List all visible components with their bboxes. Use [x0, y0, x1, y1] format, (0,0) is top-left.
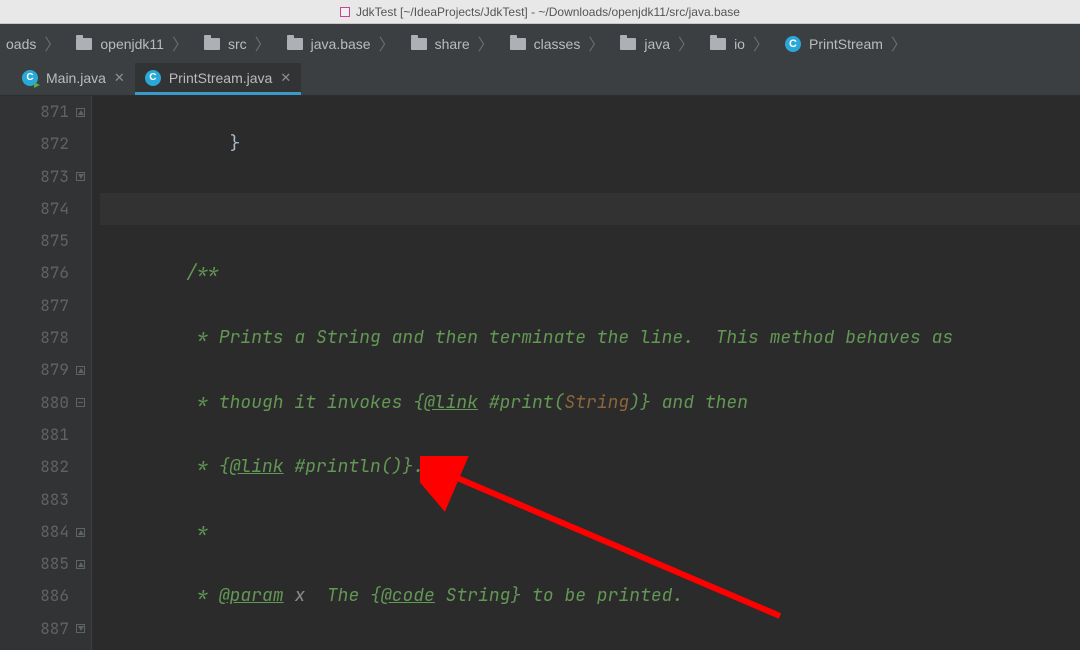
crumb-java-base[interactable]: java.base 〉	[281, 24, 405, 64]
code-line: * {@link #println()}.	[100, 451, 1080, 483]
fold-marker[interactable]	[71, 613, 89, 645]
fold-marker[interactable]	[71, 548, 89, 580]
crumb-classes[interactable]: classes 〉	[504, 24, 615, 64]
crumb-share[interactable]: share 〉	[405, 24, 504, 64]
fold-gutter	[71, 96, 89, 645]
code-line: }	[100, 132, 240, 155]
crumb-label: java	[644, 36, 670, 52]
code-editor[interactable]: 8718728738748758768778788798808818828838…	[0, 96, 1080, 650]
fold-marker[interactable]	[71, 161, 89, 193]
folder-icon	[411, 38, 427, 50]
crumb-label: oads	[6, 36, 36, 52]
folder-icon	[204, 38, 220, 50]
folder-icon	[76, 38, 92, 50]
close-icon[interactable]: ✕	[114, 70, 125, 86]
chevron-right-icon: 〉	[678, 31, 694, 55]
tab-printstream-java[interactable]: C PrintStream.java ✕	[135, 63, 301, 95]
crumb-oads[interactable]: oads 〉	[0, 24, 70, 64]
line-gutter[interactable]: 8718728738748758768778788798808818828838…	[0, 96, 92, 650]
fold-marker[interactable]	[71, 387, 89, 419]
folder-icon	[620, 38, 636, 50]
code-line	[100, 193, 1080, 225]
tab-label: PrintStream.java	[169, 70, 272, 86]
crumb-label: PrintStream	[809, 36, 883, 52]
chevron-right-icon: 〉	[44, 31, 60, 55]
chevron-right-icon: 〉	[172, 31, 188, 55]
chevron-right-icon: 〉	[753, 31, 769, 55]
fold-marker[interactable]	[71, 516, 89, 548]
crumb-label: openjdk11	[100, 36, 164, 52]
code-line: * Prints a String and then terminate the…	[100, 326, 953, 349]
crumb-java[interactable]: java 〉	[614, 24, 704, 64]
code-line: /**	[100, 261, 219, 284]
crumb-label: java.base	[311, 36, 371, 52]
window-title: JdkTest [~/IdeaProjects/JdkTest] - ~/Dow…	[356, 5, 740, 19]
crumb-label: src	[228, 36, 247, 52]
tab-label: Main.java	[46, 70, 106, 86]
crumb-openjdk11[interactable]: openjdk11 〉	[70, 24, 198, 64]
tab-main-java[interactable]: C Main.java ✕	[12, 63, 135, 95]
class-icon: C	[22, 70, 38, 86]
class-icon: C	[145, 70, 161, 86]
code-area[interactable]: } /** * Prints a String and then termina…	[92, 96, 1080, 650]
folder-icon	[287, 38, 303, 50]
crumb-printstream[interactable]: C PrintStream 〉	[779, 24, 917, 64]
chevron-right-icon: 〉	[255, 31, 271, 55]
crumb-label: share	[435, 36, 470, 52]
chevron-right-icon: 〉	[478, 31, 494, 55]
folder-icon	[510, 38, 526, 50]
crumb-label: classes	[534, 36, 581, 52]
code-line: * @param x The {@code String} to be prin…	[100, 580, 1080, 612]
breadcrumb: oads〉 openjdk11〉 src〉 java.base〉 share〉 …	[0, 24, 1080, 64]
close-icon[interactable]: ✕	[280, 70, 291, 86]
project-icon	[340, 7, 350, 17]
code-line: * though it invokes {@link #print(String…	[100, 387, 1080, 419]
crumb-io[interactable]: io 〉	[704, 24, 779, 64]
class-icon: C	[785, 36, 801, 52]
editor-tabs: C Main.java ✕ C PrintStream.java ✕	[0, 64, 1080, 96]
crumb-label: io	[734, 36, 745, 52]
chevron-right-icon: 〉	[588, 31, 604, 55]
code-line: *	[100, 520, 208, 543]
folder-icon	[710, 38, 726, 50]
chevron-right-icon: 〉	[891, 31, 907, 55]
fold-marker[interactable]	[71, 354, 89, 386]
crumb-src[interactable]: src 〉	[198, 24, 281, 64]
window-titlebar: JdkTest [~/IdeaProjects/JdkTest] - ~/Dow…	[0, 0, 1080, 24]
chevron-right-icon: 〉	[379, 31, 395, 55]
fold-marker[interactable]	[71, 96, 89, 128]
